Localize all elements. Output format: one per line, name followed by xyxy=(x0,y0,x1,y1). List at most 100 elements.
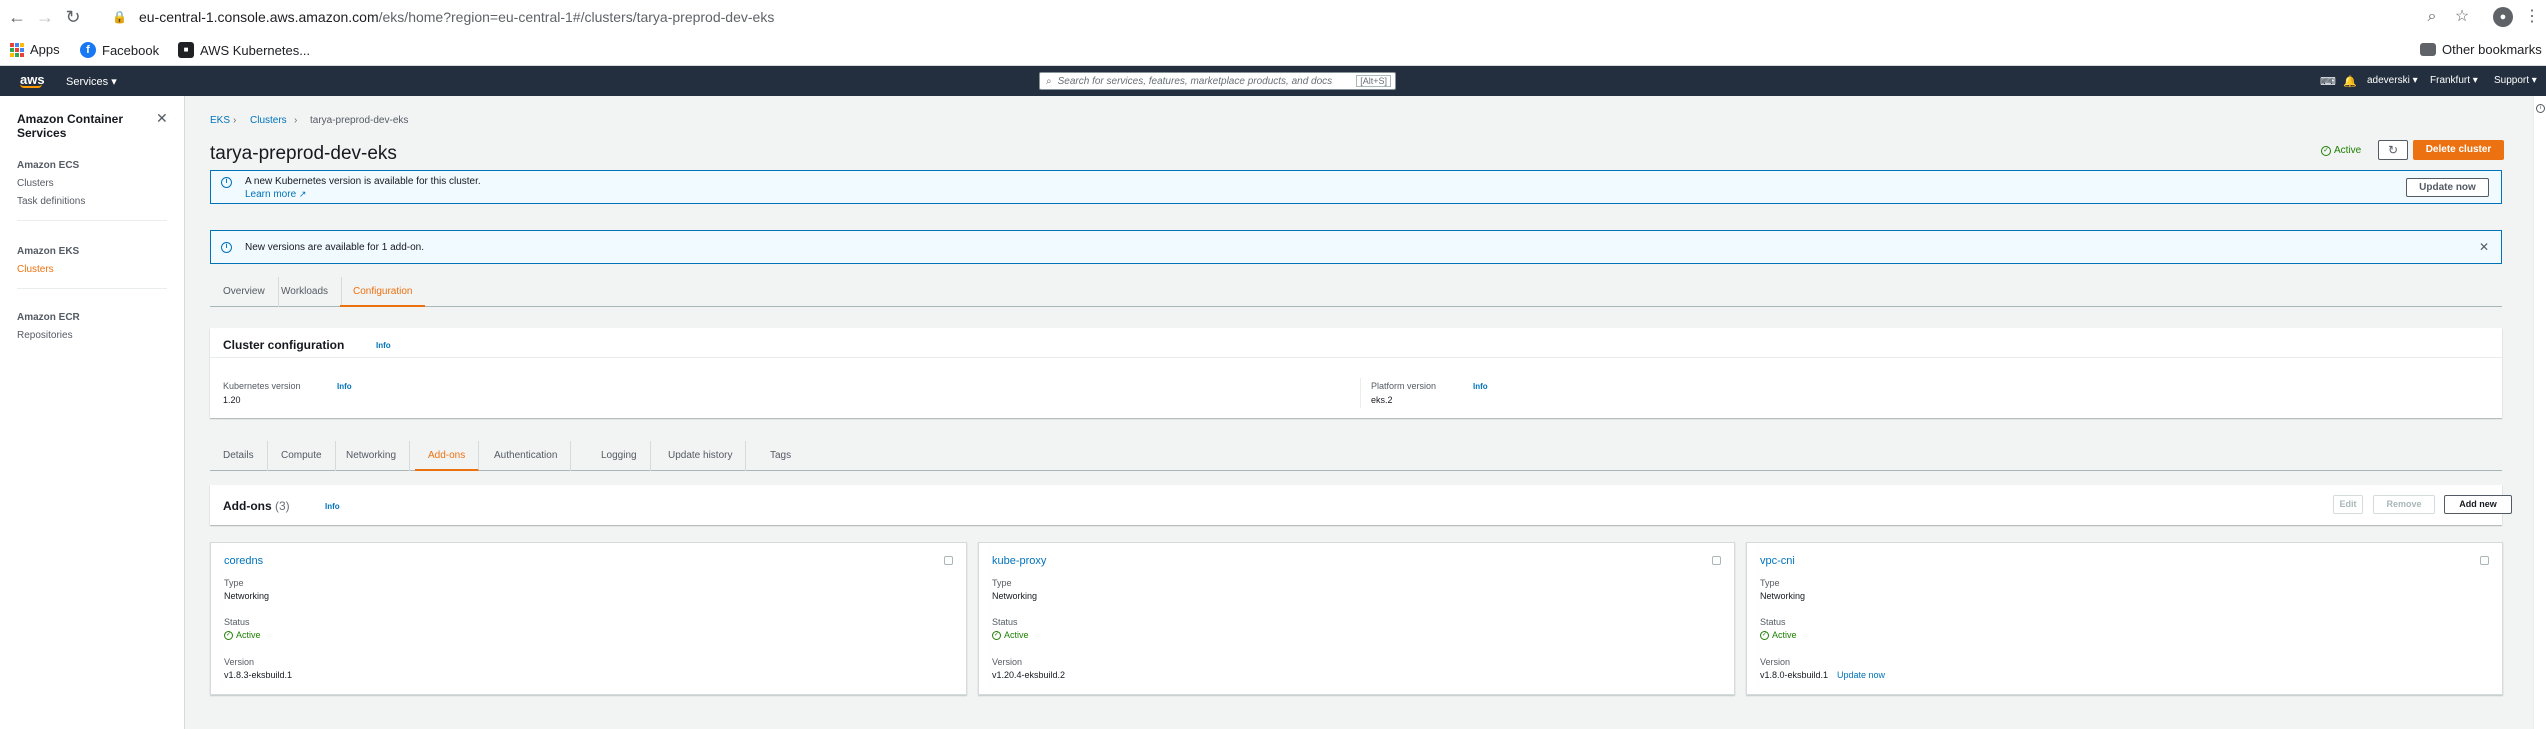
bookmark-apps[interactable]: Apps xyxy=(10,42,60,57)
reload-icon[interactable]: ↻ xyxy=(62,6,84,28)
info-icon: i xyxy=(221,242,232,253)
tab-configuration[interactable]: Configuration xyxy=(340,277,426,307)
column-divider xyxy=(1360,378,1361,408)
update-now-button[interactable]: Update now xyxy=(2406,178,2489,197)
tab-logging[interactable]: Logging xyxy=(588,441,651,471)
addon-name-link[interactable]: vpc-cni xyxy=(1760,555,1795,567)
support-menu[interactable]: Support ▾ xyxy=(2494,75,2537,86)
facebook-icon: f xyxy=(80,42,96,58)
configuration-subtabs: Details Compute Networking Add-ons Authe… xyxy=(210,441,2502,471)
folder-icon xyxy=(2420,43,2436,56)
menu-kebab-icon[interactable]: ⋮ xyxy=(2521,6,2543,28)
aws-nav-bar: aws Services ▾ ⌕ Search for services, fe… xyxy=(0,66,2546,96)
type-value: Networking xyxy=(992,591,1038,601)
chevron-right-icon: › xyxy=(294,115,298,126)
info-panel-icon[interactable]: i xyxy=(2536,104,2545,113)
aws-logo[interactable]: aws xyxy=(20,72,45,88)
cluster-config-title: Cluster configuration xyxy=(223,338,345,352)
addon-name-link[interactable]: kube-proxy xyxy=(992,555,1046,567)
tab-authentication[interactable]: Authentication xyxy=(481,441,572,471)
status-value: ✓ Active xyxy=(992,630,1029,640)
version-value: v1.8.0-eksbuild.1 xyxy=(1760,670,1829,680)
addon-update-now-link[interactable]: Update now xyxy=(1837,670,1885,680)
tab-compute[interactable]: Compute xyxy=(268,441,336,471)
tab-details[interactable]: Details xyxy=(210,441,268,471)
user-menu[interactable]: adeverski ▾ xyxy=(2367,75,2418,86)
lock-icon: 🔒 xyxy=(112,10,127,24)
remove-button[interactable]: Remove xyxy=(2373,495,2435,514)
tab-add-ons[interactable]: Add-ons xyxy=(415,441,480,471)
bookmark-star-icon[interactable]: ☆ xyxy=(2451,6,2473,28)
sidebar: Amazon Container Services ✕ Amazon ECS C… xyxy=(0,96,185,729)
type-label: Type xyxy=(1760,578,1780,588)
cloudshell-icon[interactable]: ⌨ xyxy=(2320,75,2336,88)
address-bar[interactable]: 🔒 eu-central-1.console.aws.amazon.com/ek… xyxy=(112,5,2452,29)
delete-cluster-button[interactable]: Delete cluster xyxy=(2413,140,2504,160)
profile-avatar-icon[interactable]: ● xyxy=(2493,7,2513,27)
status-text: Active xyxy=(1004,630,1029,640)
services-menu[interactable]: Services ▾ xyxy=(66,75,117,88)
search-input[interactable]: ⌕ Search for services, features, marketp… xyxy=(1039,72,1396,90)
version-value: v1.8.3-eksbuild.1 xyxy=(224,670,293,680)
address-row: ← → ↻ 🔒 eu-central-1.console.aws.amazon.… xyxy=(0,0,2546,34)
tab-update-history[interactable]: Update history xyxy=(655,441,747,471)
tab-tags[interactable]: Tags xyxy=(757,441,804,471)
status-label: Status xyxy=(224,617,250,627)
check-circle-icon: ✓ xyxy=(224,630,233,640)
sidebar-item-eks-clusters[interactable]: Clusters xyxy=(17,264,54,275)
region-menu[interactable]: Frankfurt ▾ xyxy=(2430,75,2478,86)
tab-workloads[interactable]: Workloads xyxy=(268,277,343,307)
sidebar-item-task-definitions[interactable]: Task definitions xyxy=(17,196,85,207)
search-icon: ⌕ xyxy=(1046,75,1052,87)
learn-more-label: Learn more xyxy=(245,189,297,200)
select-checkbox[interactable] xyxy=(2480,556,2489,565)
info-link[interactable]: Info xyxy=(376,341,391,350)
sidebar-section-eks[interactable]: Amazon EKS xyxy=(17,246,79,257)
addons-title-text: Add-ons xyxy=(223,499,272,513)
addon-name-link[interactable]: coredns xyxy=(224,555,263,567)
zoom-icon[interactable]: ⌕ xyxy=(2421,6,2443,28)
refresh-icon: ↻ xyxy=(2387,143,2399,157)
bookmark-facebook[interactable]: f Facebook xyxy=(80,42,159,58)
status-label: Status xyxy=(1760,617,1786,627)
status-label: Status xyxy=(992,617,1018,627)
info-link[interactable]: Info xyxy=(1473,382,1488,391)
refresh-button[interactable]: ↻ xyxy=(2378,140,2408,160)
close-icon[interactable]: ✕ xyxy=(156,110,168,127)
bookmark-aws-kubernetes[interactable]: ■ AWS Kubernetes... xyxy=(178,42,310,58)
search-shortcut: [Alt+S] xyxy=(1356,75,1391,87)
breadcrumb-clusters[interactable]: Clusters xyxy=(250,115,287,126)
type-value: Networking xyxy=(224,591,270,601)
forward-icon[interactable]: → xyxy=(34,6,56,28)
main-content: EKS › Clusters › tarya-preprod-dev-eks t… xyxy=(185,96,2546,729)
sidebar-section-ecr[interactable]: Amazon ECR xyxy=(17,312,80,323)
type-label: Type xyxy=(992,578,1012,588)
info-link[interactable]: Info xyxy=(337,382,352,391)
back-icon[interactable]: ← xyxy=(6,6,28,28)
select-checkbox[interactable] xyxy=(1712,556,1721,565)
page-title: tarya-preprod-dev-eks xyxy=(210,143,397,164)
add-new-button[interactable]: Add new xyxy=(2444,495,2512,514)
addon-cards: coredns Type Networking Status ✓ Active V… xyxy=(210,542,2503,702)
sidebar-item-ecs-clusters[interactable]: Clusters xyxy=(17,178,54,189)
info-link[interactable]: Info xyxy=(325,502,340,511)
version-label: Version xyxy=(992,657,1023,667)
addon-card: vpc-cni Type Networking Status ✓ Active V… xyxy=(1746,542,2503,695)
check-circle-icon: ✓ xyxy=(2321,145,2331,156)
bookmark-label: Facebook xyxy=(102,42,160,58)
sidebar-item-repositories[interactable]: Repositories xyxy=(17,330,73,341)
bookmark-label: AWS Kubernetes... xyxy=(200,42,311,58)
breadcrumb-eks[interactable]: EKS xyxy=(210,115,230,126)
other-bookmarks[interactable]: Other bookmarks xyxy=(2420,42,2542,57)
edit-button[interactable]: Edit xyxy=(2333,495,2363,514)
bell-icon[interactable]: 🔔 xyxy=(2343,75,2357,88)
select-checkbox[interactable] xyxy=(944,556,953,565)
main-tabs: Overview Workloads Configuration xyxy=(210,277,2502,307)
learn-more-link[interactable]: Learn more ↗ xyxy=(245,189,306,200)
url-host: eu-central-1.console.aws.amazon.com xyxy=(138,9,379,25)
dismiss-icon[interactable]: ✕ xyxy=(2479,240,2489,254)
sidebar-section-ecs[interactable]: Amazon ECS xyxy=(17,160,79,171)
panel-header: Cluster configuration Info xyxy=(210,328,2502,358)
bookmark-label: Apps xyxy=(30,42,60,57)
tab-networking[interactable]: Networking xyxy=(333,441,411,471)
